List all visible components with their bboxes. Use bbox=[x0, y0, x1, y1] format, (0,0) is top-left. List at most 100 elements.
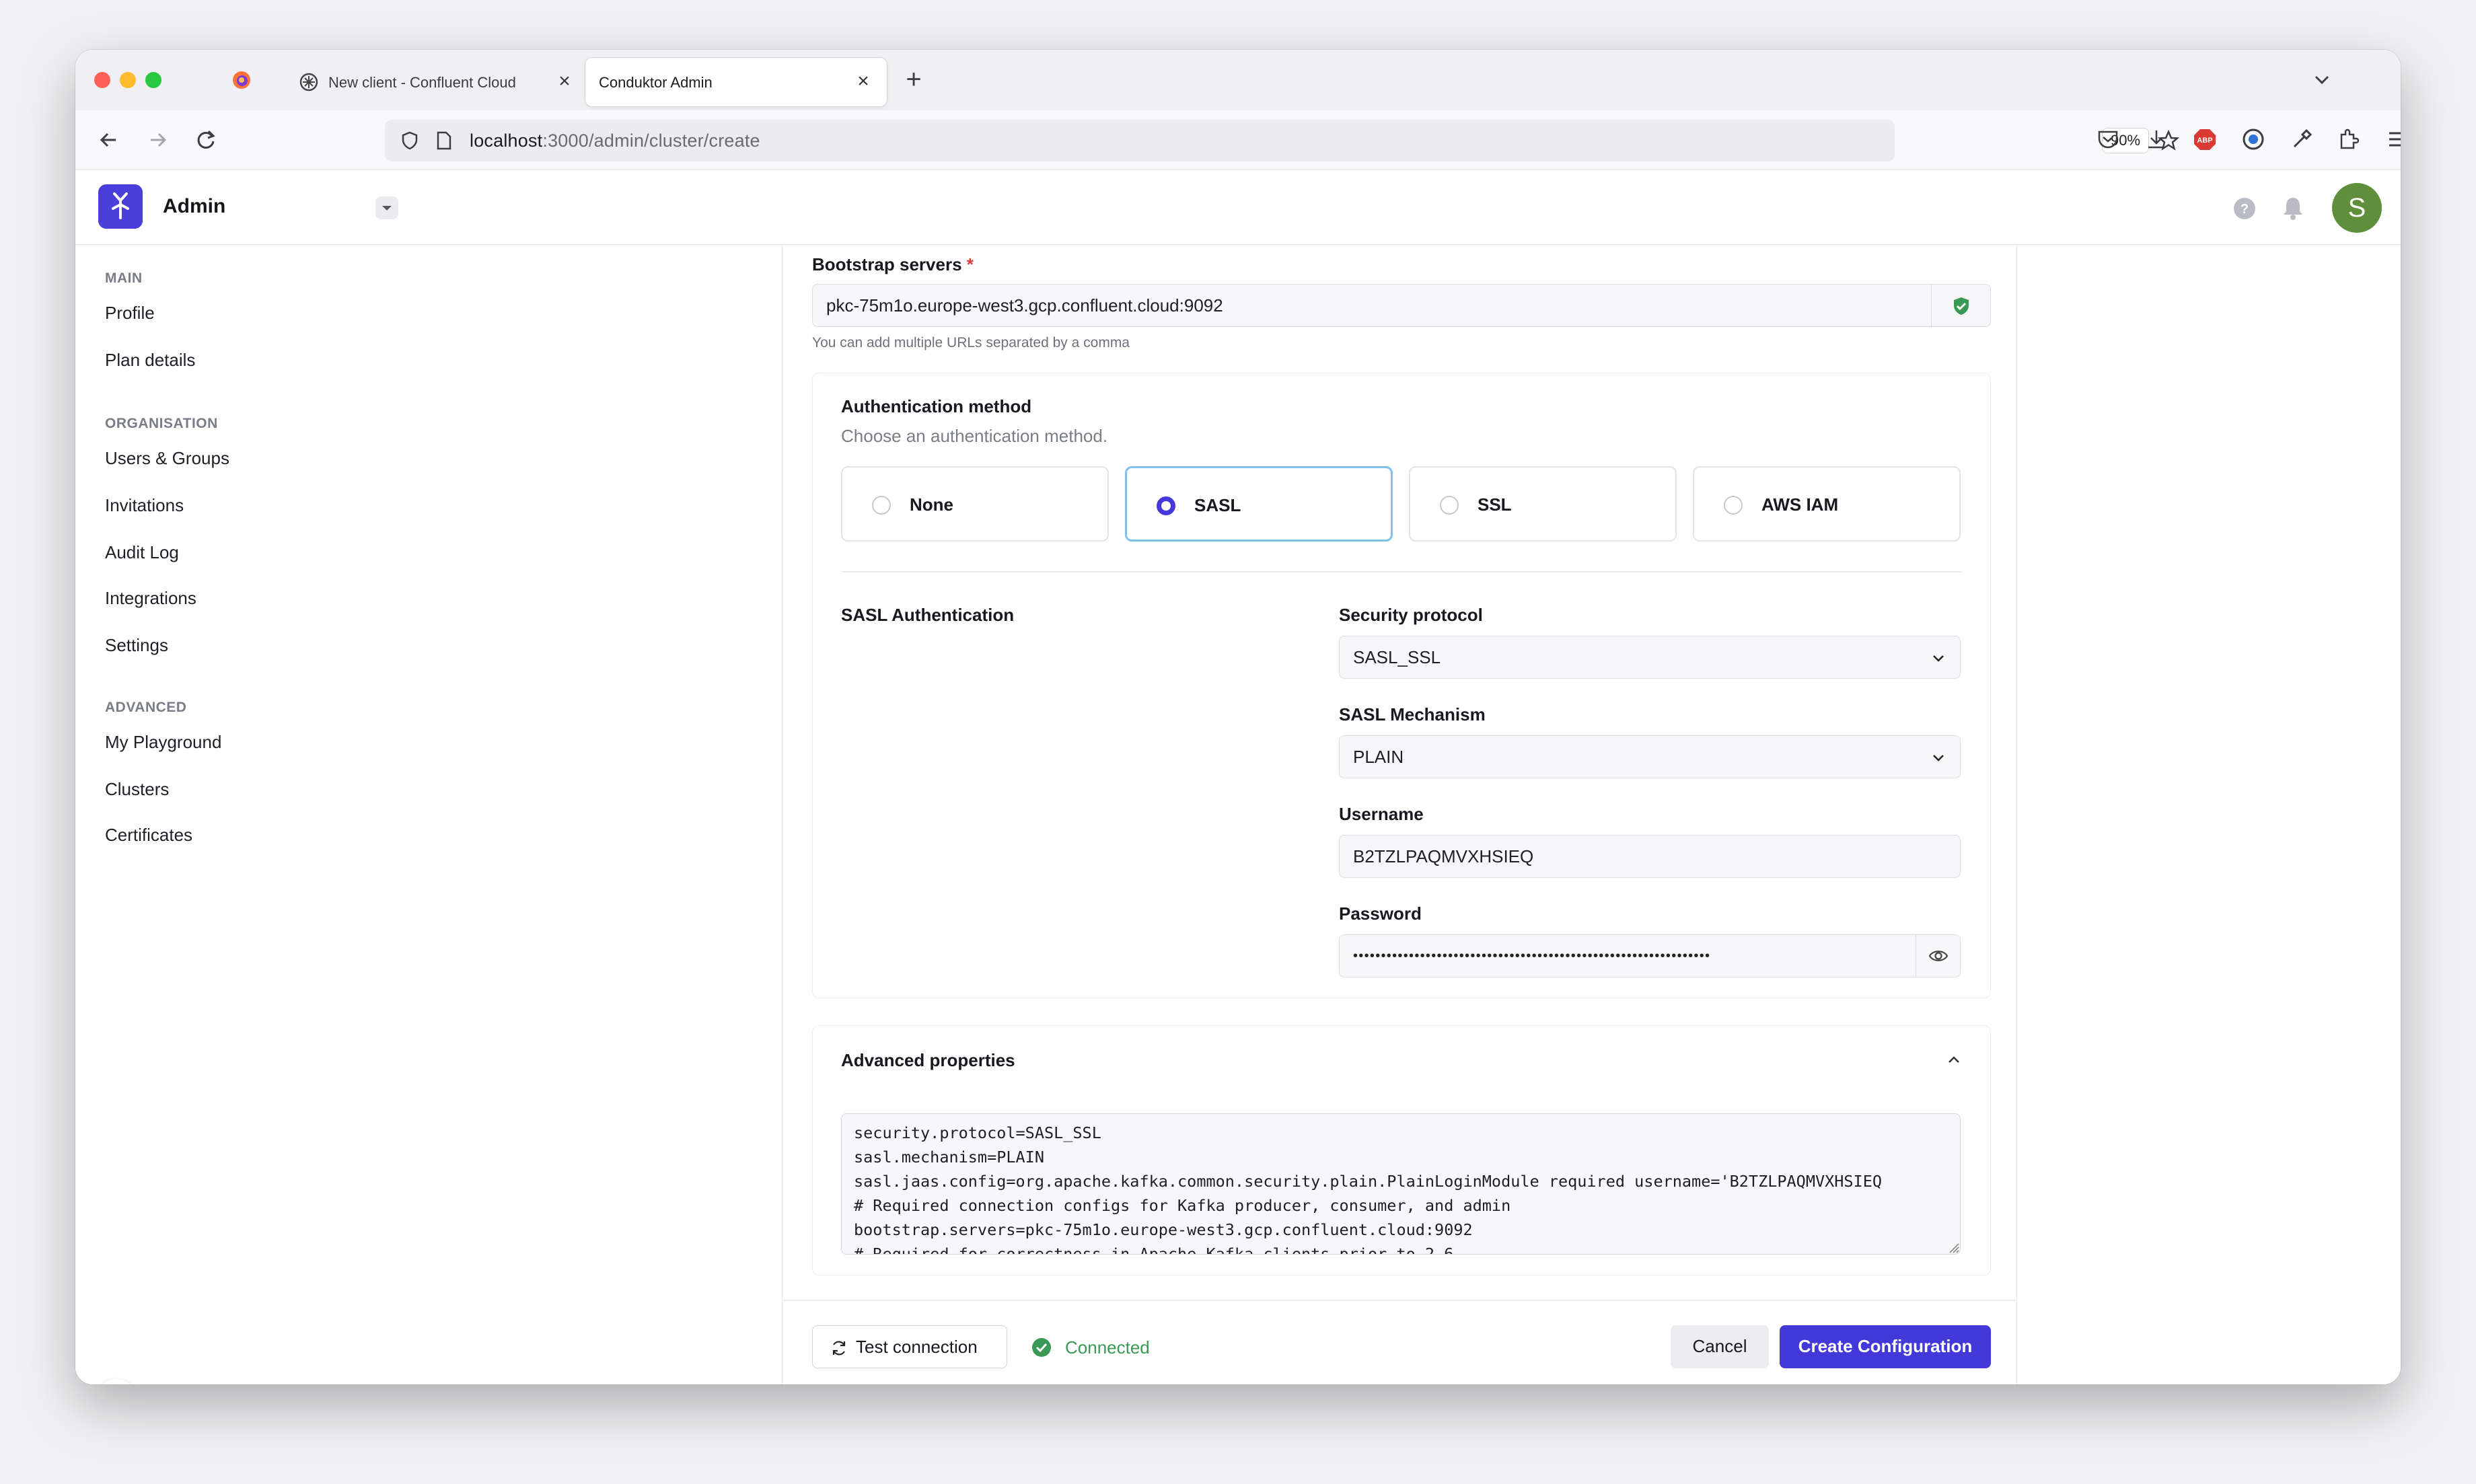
window-close-button[interactable] bbox=[94, 72, 110, 88]
dark-mode-toggle-icon[interactable] bbox=[96, 1379, 137, 1384]
radio-aws-iam[interactable] bbox=[1724, 496, 1743, 515]
advanced-properties-title: Advanced properties bbox=[841, 1050, 1015, 1070]
svg-text:?: ? bbox=[2241, 202, 2249, 217]
sidebar-item-audit-log[interactable]: Audit Log bbox=[105, 542, 179, 563]
radio-sasl[interactable] bbox=[1157, 496, 1175, 515]
password-input[interactable]: ••••••••••••••••••••••••••••••••••••••••… bbox=[1339, 934, 1961, 977]
security-protocol-label: Security protocol bbox=[1339, 605, 1483, 625]
sidebar-item-clusters[interactable]: Clusters bbox=[105, 779, 169, 800]
required-marker: * bbox=[966, 254, 974, 274]
tab-conduktor-admin[interactable]: Conduktor Admin × bbox=[585, 58, 887, 106]
sidebar-item-invitations[interactable]: Invitations bbox=[105, 495, 184, 516]
tab-label: New client - Confluent Cloud bbox=[328, 74, 516, 91]
window-maximize-button[interactable] bbox=[145, 72, 161, 88]
bootstrap-servers-label: Bootstrap servers * bbox=[812, 254, 974, 275]
auth-option-label: SSL bbox=[1478, 494, 1512, 515]
close-tab-icon[interactable]: × bbox=[554, 71, 575, 91]
password-label: Password bbox=[1339, 903, 1422, 924]
auth-option-sasl[interactable]: SASL bbox=[1125, 466, 1393, 542]
advanced-properties-card: Advanced properties security.protocol=SA… bbox=[812, 1025, 1991, 1275]
page-icon[interactable] bbox=[435, 131, 453, 151]
close-tab-icon[interactable]: × bbox=[853, 71, 873, 91]
radio-ssl[interactable] bbox=[1440, 496, 1459, 515]
auth-method-subtitle: Choose an authentication method. bbox=[841, 426, 1108, 446]
authentication-card: Authentication method Choose an authenti… bbox=[812, 373, 1991, 998]
shield-icon[interactable] bbox=[400, 131, 420, 151]
forward-icon[interactable] bbox=[143, 125, 172, 155]
cancel-button[interactable]: Cancel bbox=[1671, 1325, 1769, 1368]
sidebar: MAIN Profile Plan details ORGANISATION U… bbox=[75, 245, 782, 1384]
auth-method-title: Authentication method bbox=[841, 396, 1032, 416]
help-icon[interactable]: ? bbox=[2232, 196, 2257, 221]
pocket-icon[interactable] bbox=[2094, 125, 2122, 153]
refresh-icon bbox=[832, 1341, 846, 1356]
sasl-mechanism-select[interactable]: PLAIN bbox=[1339, 735, 1961, 778]
resize-handle-icon[interactable] bbox=[1949, 1242, 1959, 1253]
auth-option-label: None bbox=[910, 494, 953, 515]
sidebar-item-plan-details[interactable]: Plan details bbox=[105, 350, 195, 371]
toggle-password-visibility[interactable] bbox=[1916, 935, 1960, 977]
app-switcher-dropdown[interactable] bbox=[375, 196, 398, 219]
advanced-properties-textarea[interactable]: security.protocol=SASL_SSL sasl.mechanis… bbox=[841, 1113, 1961, 1255]
chevron-down-icon bbox=[1933, 655, 1944, 662]
avatar[interactable]: S bbox=[2332, 183, 2382, 233]
new-tab-button[interactable]: + bbox=[900, 66, 927, 94]
username-label: Username bbox=[1339, 804, 1424, 824]
tab-confluent[interactable]: New client - Confluent Cloud × bbox=[284, 58, 588, 106]
right-gutter bbox=[2017, 245, 2401, 1384]
bootstrap-label-text: Bootstrap servers bbox=[812, 254, 962, 274]
auth-option-none[interactable]: None bbox=[841, 466, 1109, 542]
conduktor-logo-icon[interactable] bbox=[98, 184, 143, 229]
reload-icon[interactable] bbox=[191, 125, 221, 155]
extensions-icon[interactable] bbox=[2335, 125, 2363, 153]
password-manager-icon[interactable] bbox=[2239, 125, 2267, 153]
adblock-icon[interactable]: ABP bbox=[2191, 125, 2219, 153]
browser-window: New client - Confluent Cloud × Conduktor… bbox=[75, 50, 2401, 1384]
sidebar-item-settings[interactable]: Settings bbox=[105, 635, 168, 656]
window-minimize-button[interactable] bbox=[120, 72, 136, 88]
connection-status: Connected bbox=[1065, 1337, 1150, 1358]
eyedropper-icon[interactable] bbox=[2288, 125, 2316, 153]
bootstrap-servers-value: pkc-75m1o.europe-west3.gcp.confluent.clo… bbox=[826, 295, 1223, 316]
radio-none[interactable] bbox=[872, 496, 891, 515]
confluent-icon bbox=[299, 73, 318, 91]
security-protocol-value: SASL_SSL bbox=[1353, 647, 1441, 667]
create-configuration-button[interactable]: Create Configuration bbox=[1780, 1325, 1991, 1368]
chevron-down-icon bbox=[1933, 755, 1944, 762]
menu-icon[interactable] bbox=[2383, 125, 2401, 153]
cluster-form-panel: Bootstrap servers * pkc-75m1o.europe-wes… bbox=[782, 245, 2017, 1384]
verified-shield-icon bbox=[1954, 297, 1969, 315]
app-header: Admin ? S bbox=[75, 170, 2401, 245]
bell-icon[interactable] bbox=[2281, 195, 2305, 221]
sidebar-item-users-groups[interactable]: Users & Groups bbox=[105, 448, 229, 469]
sidebar-item-integrations[interactable]: Integrations bbox=[105, 588, 196, 609]
sidebar-item-my-playground[interactable]: My Playground bbox=[105, 732, 221, 753]
download-icon[interactable] bbox=[2142, 125, 2171, 153]
url-text[interactable]: localhost:3000/admin/cluster/create bbox=[470, 131, 760, 151]
check-circle-icon bbox=[1032, 1338, 1051, 1357]
sidebar-section-main: MAIN bbox=[105, 270, 143, 286]
sasl-section-title: SASL Authentication bbox=[841, 605, 1015, 625]
test-connection-label: Test connection bbox=[856, 1337, 978, 1357]
back-icon[interactable] bbox=[94, 125, 124, 155]
username-input[interactable]: B2TZLPAQMVXHSIEQ bbox=[1339, 835, 1961, 878]
sasl-mechanism-label: SASL Mechanism bbox=[1339, 704, 1486, 725]
sasl-mechanism-value: PLAIN bbox=[1353, 747, 1404, 767]
chevron-down-icon[interactable] bbox=[2310, 69, 2333, 91]
sidebar-item-certificates[interactable]: Certificates bbox=[105, 825, 192, 846]
sidebar-section-advanced: ADVANCED bbox=[105, 700, 187, 715]
tab-label: Conduktor Admin bbox=[599, 74, 713, 91]
actions-divider bbox=[782, 1300, 2016, 1301]
auth-option-aws-iam[interactable]: AWS IAM bbox=[1693, 466, 1961, 542]
bootstrap-status bbox=[1931, 285, 1990, 326]
address-bar[interactable]: localhost:3000/admin/cluster/create 90% bbox=[385, 120, 2180, 161]
auth-option-ssl[interactable]: SSL bbox=[1409, 466, 1677, 542]
sidebar-item-profile[interactable]: Profile bbox=[105, 303, 155, 324]
firefox-icon[interactable] bbox=[231, 70, 252, 90]
app-title: Admin bbox=[163, 195, 226, 217]
bootstrap-servers-input[interactable]: pkc-75m1o.europe-west3.gcp.confluent.clo… bbox=[812, 284, 1991, 327]
security-protocol-select[interactable]: SASL_SSL bbox=[1339, 636, 1961, 679]
test-connection-button[interactable]: Test connection bbox=[812, 1325, 1007, 1368]
chevron-up-icon[interactable] bbox=[1944, 1050, 1963, 1069]
sidebar-section-organisation: ORGANISATION bbox=[105, 416, 218, 431]
